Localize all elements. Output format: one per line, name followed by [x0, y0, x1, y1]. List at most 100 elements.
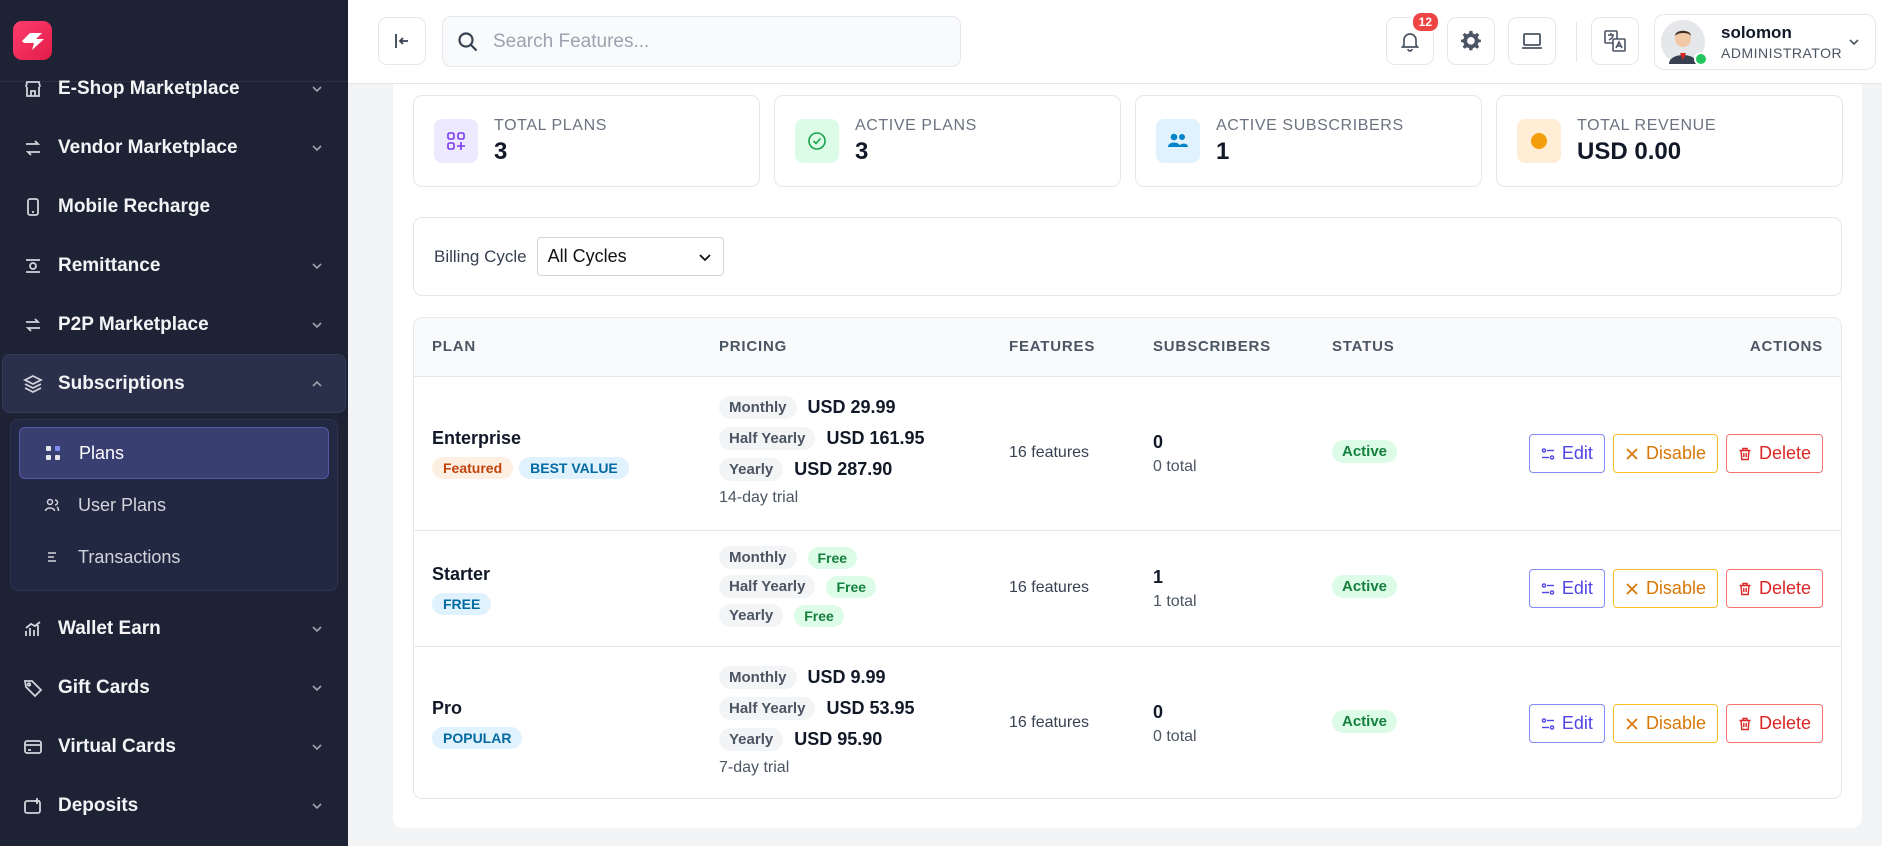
chevron-down-icon — [308, 679, 326, 697]
display-mode-button[interactable] — [1508, 17, 1556, 65]
sidebar-item-label: Mobile Recharge — [58, 195, 211, 217]
disable-label: Disable — [1645, 443, 1706, 463]
subscribers-count: 0 — [1153, 702, 1164, 722]
cycle-label: Monthly — [719, 666, 797, 689]
search-input[interactable] — [493, 30, 933, 53]
search-box[interactable] — [442, 16, 961, 67]
stat-card-total-plans: TOTAL PLANS 3 — [413, 95, 760, 187]
user-role: ADMINISTRATOR — [1721, 45, 1843, 61]
chevron-up-icon — [308, 375, 326, 393]
table-row: Starter FREE Monthly Free Half Yearly Free… — [414, 531, 1841, 647]
settings-button[interactable] — [1447, 17, 1495, 65]
chevron-down-icon — [308, 316, 326, 334]
sidebar-item-virtual-cards[interactable]: Virtual Cards — [0, 717, 348, 776]
edit-label: Edit — [1561, 713, 1593, 733]
plans-table: PLAN PRICING FEATURES SUBSCRIBERS STATUS… — [413, 317, 1842, 799]
popular-badge: POPULAR — [432, 727, 523, 749]
sidebar-item-label: E-Shop Marketplace — [58, 77, 240, 99]
sidebar-item-label: P2P Marketplace — [58, 313, 209, 335]
price-free-badge: Free — [826, 575, 877, 598]
sidebar-item-eshop[interactable]: E-Shop Marketplace — [0, 59, 348, 118]
notifications-button[interactable]: 12 — [1386, 11, 1440, 65]
subscribers-total: 1 total — [1153, 593, 1197, 610]
sidebar-nav: E-Shop Marketplace Vendor Marketplace Mo… — [0, 59, 348, 835]
stat-value: 3 — [855, 137, 869, 165]
trash-icon — [1738, 447, 1752, 461]
th-actions: ACTIONS — [1749, 338, 1823, 355]
users-icon — [1156, 119, 1200, 163]
stat-card-active-plans: ACTIVE PLANS 3 — [774, 95, 1121, 187]
disable-button[interactable]: Disable — [1612, 434, 1718, 473]
sidebar-item-deposits[interactable]: Deposits — [0, 776, 348, 835]
online-status-icon — [1694, 52, 1708, 66]
edit-button[interactable]: Edit — [1528, 569, 1605, 608]
edit-button[interactable]: Edit — [1528, 704, 1605, 743]
cycle-label: Yearly — [719, 458, 784, 481]
wallet-plus-icon — [22, 795, 44, 817]
delete-button[interactable]: Delete — [1725, 434, 1823, 473]
edit-icon — [1541, 447, 1555, 461]
sidebar: E-Shop Marketplace Vendor Marketplace Mo… — [0, 0, 348, 846]
app-logo[interactable] — [13, 21, 52, 60]
disable-button[interactable]: Disable — [1612, 569, 1718, 608]
cycle-label: Yearly — [719, 604, 784, 627]
price-amount: USD 287.90 — [794, 459, 893, 479]
swap-icon — [22, 137, 44, 159]
sidebar-item-label: Gift Cards — [58, 676, 150, 698]
chevron-down-icon — [308, 797, 326, 815]
billing-cycle-select[interactable]: All Cycles — [536, 237, 724, 276]
edit-button[interactable]: Edit — [1528, 434, 1605, 473]
list-icon — [43, 548, 61, 566]
chevron-down-icon — [308, 257, 326, 275]
search-icon — [458, 31, 478, 51]
delete-button[interactable]: Delete — [1725, 704, 1823, 743]
user-menu[interactable]: solomon ADMINISTRATOR — [1654, 14, 1876, 70]
users-icon — [43, 496, 61, 514]
cycle-label: Yearly — [719, 728, 784, 751]
sidebar-item-vendor[interactable]: Vendor Marketplace — [0, 118, 348, 177]
price-free-badge: Free — [807, 546, 858, 569]
sidebar-subitem-user-plans[interactable]: User Plans — [19, 479, 329, 531]
edit-icon — [1541, 582, 1555, 596]
sidebar-item-label: Wallet Earn — [58, 617, 161, 639]
sidebar-item-remittance[interactable]: Remittance — [0, 236, 348, 295]
free-badge: FREE — [432, 593, 492, 615]
collapse-sidebar-button[interactable] — [378, 17, 426, 65]
topbar: 12 solomon ADMINISTRATOR — [348, 0, 1882, 84]
billing-cycle-value: All Cycles — [547, 246, 627, 266]
delete-label: Delete — [1758, 443, 1811, 463]
features-count: 16 features — [1009, 444, 1090, 461]
chevron-down-icon — [1849, 39, 1859, 46]
sidebar-item-wallet-earn[interactable]: Wallet Earn — [0, 599, 348, 658]
sidebar-item-label: Virtual Cards — [58, 735, 176, 757]
th-pricing: PRICING — [719, 338, 788, 355]
price-amount: USD 161.95 — [826, 428, 925, 448]
coin-icon — [1517, 119, 1561, 163]
disable-label: Disable — [1645, 578, 1706, 598]
delete-button[interactable]: Delete — [1725, 569, 1823, 608]
language-button[interactable] — [1591, 17, 1639, 65]
subscriptions-submenu: Plans User Plans Transactions — [10, 419, 338, 591]
avatar — [1661, 20, 1708, 66]
subscribers-count: 1 — [1153, 567, 1164, 587]
sidebar-subitem-transactions[interactable]: Transactions — [19, 531, 329, 583]
credit-card-icon — [22, 736, 44, 758]
status-badge: Active — [1332, 710, 1398, 733]
sidebar-item-p2p[interactable]: P2P Marketplace — [0, 295, 348, 354]
sidebar-item-gift-cards[interactable]: Gift Cards — [0, 658, 348, 717]
plan-name: Pro — [432, 698, 463, 718]
filter-bar: Billing Cycle All Cycles — [413, 217, 1842, 296]
chevron-down-icon — [308, 620, 326, 638]
sidebar-item-label: Subscriptions — [58, 372, 185, 394]
close-icon — [1625, 717, 1639, 731]
disable-button[interactable]: Disable — [1612, 704, 1718, 743]
phone-icon — [22, 196, 44, 218]
subscribers-total: 0 total — [1153, 458, 1197, 475]
subscribers-count: 0 — [1153, 432, 1164, 452]
featured-badge: Featured — [432, 457, 514, 479]
sidebar-item-label: Remittance — [58, 254, 161, 276]
sidebar-item-subscriptions[interactable]: Subscriptions — [2, 354, 346, 413]
storefront-icon — [22, 78, 44, 100]
sidebar-item-mobile-recharge[interactable]: Mobile Recharge — [0, 177, 348, 236]
sidebar-subitem-plans[interactable]: Plans — [19, 427, 329, 479]
